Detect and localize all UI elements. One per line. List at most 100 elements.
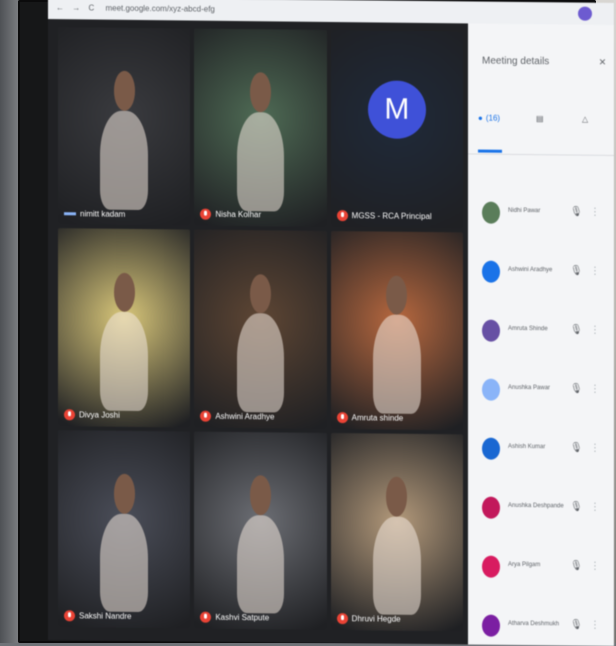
person-silhouette xyxy=(100,110,148,210)
participant-avatar xyxy=(482,496,500,519)
participant-name: Kashvi Satpute xyxy=(215,612,270,623)
more-vert-icon[interactable]: ⋮ xyxy=(590,266,600,277)
mic-off-icon xyxy=(200,410,212,422)
participant-name-label: MGSS - RCA Principal xyxy=(336,210,432,222)
people-icon: ● xyxy=(478,113,483,123)
participant-name-label: Kashvi Satpute xyxy=(200,611,270,624)
participant-name-label: Nisha Kolhar xyxy=(200,208,262,221)
more-vert-icon[interactable]: ⋮ xyxy=(590,502,600,513)
more-vert-icon[interactable]: ⋮ xyxy=(590,384,600,395)
participant-avatar xyxy=(482,378,500,401)
participant-row[interactable]: Nidhi Pawar 🎙︎ ⋮ xyxy=(468,195,614,256)
person-head xyxy=(249,273,272,314)
panel-title: Meeting details xyxy=(482,55,550,68)
participant-row[interactable]: Atharva Deshmukh 🎙︎ ⋮ xyxy=(468,608,614,646)
video-tile[interactable]: Dhruvi Hegde xyxy=(330,432,463,632)
mic-icon[interactable]: 🎙︎ xyxy=(570,502,583,513)
person-silhouette xyxy=(236,514,285,614)
mic-icon[interactable]: 🎙︎ xyxy=(570,561,583,572)
participant-name-label: Divya Joshi xyxy=(64,408,120,421)
browser-nav-icons[interactable]: ← → C xyxy=(56,3,97,12)
tab-activities[interactable]: △ xyxy=(582,115,588,124)
participant-list-name: Anushka Pawar xyxy=(508,384,551,392)
participant-list-name: Nidhi Pawar xyxy=(508,207,541,215)
participant-name-label: Sakshi Nandre xyxy=(64,610,131,622)
pin-icon xyxy=(64,212,76,216)
mic-off-icon xyxy=(336,210,348,222)
mic-off-icon xyxy=(200,208,212,221)
participant-list-name: Atharva Deshmukh xyxy=(508,620,560,628)
participant-row[interactable]: Amruta Shinde 🎙︎ ⋮ xyxy=(468,313,614,374)
more-vert-icon[interactable]: ⋮ xyxy=(590,620,600,631)
more-vert-icon[interactable]: ⋮ xyxy=(590,443,600,454)
mic-off-icon xyxy=(64,408,75,420)
person-silhouette xyxy=(100,513,148,613)
person-silhouette xyxy=(236,111,285,212)
video-tile[interactable]: Sakshi Nandre xyxy=(58,429,191,629)
person-head xyxy=(386,476,408,517)
mic-off-icon xyxy=(200,611,212,623)
mic-off-icon xyxy=(336,613,348,625)
video-tile[interactable]: M MGSS - RCA Principal xyxy=(330,29,463,229)
person-head xyxy=(249,475,272,515)
participant-name: Nisha Kolhar xyxy=(215,210,262,220)
video-tile[interactable]: Kashvi Satpute xyxy=(194,431,327,630)
person-silhouette xyxy=(100,311,148,411)
participant-name-label: Ashwini Aradhye xyxy=(200,410,274,422)
participant-name: Ashwini Aradhye xyxy=(215,411,275,422)
person-silhouette xyxy=(373,515,421,616)
mic-icon[interactable]: 🎙︎ xyxy=(570,384,583,395)
participant-name-label: Dhruvi Hegde xyxy=(336,613,401,625)
participant-avatar xyxy=(482,319,500,342)
participant-row[interactable]: Anushka Deshpande 🎙︎ ⋮ xyxy=(468,490,614,551)
participant-name: Divya Joshi xyxy=(79,410,120,420)
mic-off-icon xyxy=(336,411,348,423)
participants-panel: Meeting details × ● (16) ▤ △ Nidhi Pawar… xyxy=(468,23,614,646)
panel-divider xyxy=(468,153,614,156)
participant-list-name: Arya Pilgam xyxy=(508,561,541,569)
mic-icon[interactable]: 🎙︎ xyxy=(570,266,583,277)
more-vert-icon[interactable]: ⋮ xyxy=(590,325,600,336)
mic-off-icon xyxy=(64,610,75,622)
mic-icon[interactable]: 🎙︎ xyxy=(570,207,583,218)
browser-address-bar[interactable]: ← → C meet.google.com/xyz-abcd-efg xyxy=(48,0,614,25)
tab-chat[interactable]: ▤ xyxy=(536,114,544,123)
video-tile[interactable]: Amruta shinde xyxy=(330,231,463,431)
close-icon[interactable]: × xyxy=(599,55,606,69)
mic-icon[interactable]: 🎙︎ xyxy=(570,620,583,631)
participant-avatar: M xyxy=(367,80,426,139)
profile-avatar-icon[interactable] xyxy=(578,6,592,21)
participant-name: Amruta shinde xyxy=(351,412,404,423)
video-grid: nimitt kadam Nisha Kolhar M MGSS - RCA Prin… xyxy=(58,27,463,644)
more-vert-icon[interactable]: ⋮ xyxy=(590,207,600,218)
participant-name: Sakshi Nandre xyxy=(79,611,132,621)
video-tile[interactable]: Ashwini Aradhye xyxy=(194,229,327,429)
participant-name: nimitt kadam xyxy=(80,209,126,220)
participant-row[interactable]: Arya Pilgam 🎙︎ ⋮ xyxy=(468,549,614,610)
participant-row[interactable]: Ashish Kumar 🎙︎ ⋮ xyxy=(468,431,614,492)
person-head xyxy=(113,473,135,514)
participant-name: Dhruvi Hegde xyxy=(351,614,401,624)
mic-icon[interactable]: 🎙︎ xyxy=(570,325,583,336)
participant-list-name: Anushka Deshpande xyxy=(508,502,564,510)
active-tab-indicator xyxy=(478,149,502,153)
participant-list-name: Ashish Kumar xyxy=(508,443,546,451)
person-silhouette xyxy=(373,314,421,414)
more-vert-icon[interactable]: ⋮ xyxy=(590,561,600,572)
participant-list: Nidhi Pawar 🎙︎ ⋮ Ashwini Aradhye 🎙︎ ⋮ Amruta S… xyxy=(468,195,614,646)
participant-avatar xyxy=(482,437,500,460)
participant-row[interactable]: Ashwini Aradhye 🎙︎ ⋮ xyxy=(468,254,614,315)
participant-avatar xyxy=(482,260,500,283)
participant-avatar xyxy=(482,555,500,578)
video-tile[interactable]: Nisha Kolhar xyxy=(194,28,327,228)
participant-name-label: Amruta shinde xyxy=(336,411,404,424)
tab-people[interactable]: ● (16) xyxy=(478,114,500,123)
person-head xyxy=(113,71,135,111)
participant-avatar xyxy=(482,201,500,224)
video-tile[interactable]: nimitt kadam xyxy=(58,27,191,226)
mic-icon[interactable]: 🎙︎ xyxy=(570,443,583,454)
screen: ← → C meet.google.com/xyz-abcd-efg nimit… xyxy=(48,0,614,646)
person-head xyxy=(113,272,135,313)
video-tile[interactable]: Divya Joshi xyxy=(58,228,191,428)
participant-row[interactable]: Anushka Pawar 🎙︎ ⋮ xyxy=(468,372,614,433)
